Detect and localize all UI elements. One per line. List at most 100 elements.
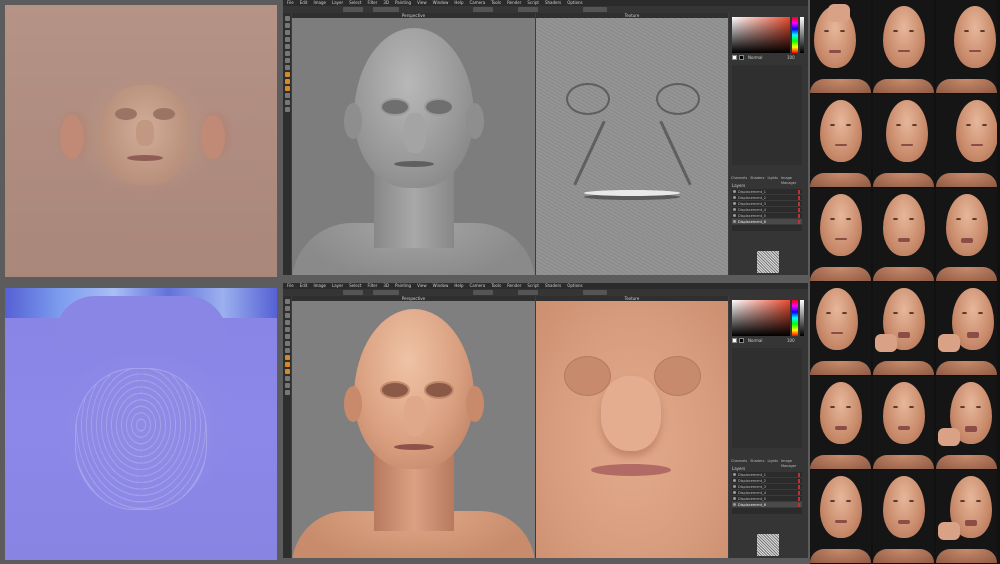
brush-size-field[interactable] [343, 290, 363, 295]
clay-left-eye [380, 98, 410, 116]
clone-stamp-icon[interactable] [284, 334, 290, 339]
visibility-icon[interactable] [733, 473, 736, 476]
visibility-icon[interactable] [733, 214, 736, 217]
spacing-field[interactable] [583, 7, 607, 12]
tab-channels[interactable]: Channels [731, 176, 747, 181]
eyedropper-icon[interactable] [284, 93, 290, 98]
opacity-field[interactable] [473, 7, 493, 12]
projection-icon[interactable] [284, 86, 290, 91]
layer-item-selected[interactable]: Displacement_6 [732, 219, 802, 225]
visibility-icon[interactable] [733, 503, 736, 506]
layer-name: Displacement_4 [738, 491, 767, 495]
flow-field[interactable] [518, 7, 538, 12]
zoom-icon[interactable] [284, 383, 290, 388]
photo-mouth [969, 50, 981, 52]
texture-mouth [127, 155, 163, 161]
skin-left-ear [344, 386, 362, 422]
paint-brush-icon[interactable] [284, 320, 290, 325]
tab-image-manager[interactable]: Image Manager [781, 459, 806, 468]
clone-stamp-icon[interactable] [284, 51, 290, 56]
photo-right-eye [846, 500, 851, 502]
alpha-slider[interactable] [800, 17, 804, 53]
viewport-2d-displacement[interactable] [536, 18, 728, 275]
gradient-icon[interactable] [284, 79, 290, 84]
tab-image-manager[interactable]: Image Manager [781, 176, 806, 185]
tab-shaders[interactable]: Shaders [750, 459, 764, 464]
pan-icon[interactable] [284, 107, 290, 112]
tab-shaders[interactable]: Shaders [750, 176, 764, 181]
viewport-3d-textured[interactable] [292, 301, 535, 558]
layer-color-tag [798, 479, 800, 483]
photo-hand [875, 334, 897, 352]
blur-icon[interactable] [284, 348, 290, 353]
brush-list [732, 65, 802, 165]
background-swatch[interactable] [739, 338, 744, 343]
side-panel: Normal 100 Channels Shaders Lights Image… [729, 296, 808, 558]
brush-size-field[interactable] [343, 7, 363, 12]
color-picker[interactable] [732, 17, 790, 53]
foreground-swatch[interactable] [732, 55, 737, 60]
visibility-icon[interactable] [733, 220, 736, 223]
tool-column [283, 296, 291, 558]
visibility-icon[interactable] [733, 202, 736, 205]
layer-name: Displacement_2 [738, 479, 767, 483]
photo-left-eye [896, 124, 901, 126]
tab-channels[interactable]: Channels [731, 459, 747, 464]
opacity-field[interactable] [473, 290, 493, 295]
eraser-icon[interactable] [284, 327, 290, 332]
move-tool-icon[interactable] [284, 306, 290, 311]
visibility-icon[interactable] [733, 196, 736, 199]
zoom-icon[interactable] [284, 100, 290, 105]
mode-dropdown[interactable] [373, 290, 399, 295]
reference-photo [810, 376, 871, 469]
photo-right-eye [982, 124, 987, 126]
tool-options-bar [283, 289, 808, 296]
visibility-icon[interactable] [733, 190, 736, 193]
smudge-icon[interactable] [284, 341, 290, 346]
background-swatch[interactable] [739, 55, 744, 60]
eraser-icon[interactable] [284, 44, 290, 49]
photo-shoulders [810, 361, 871, 375]
visibility-icon[interactable] [733, 491, 736, 494]
photo-shoulders [873, 361, 934, 375]
transform-tool-icon[interactable] [284, 30, 290, 35]
visibility-icon[interactable] [733, 479, 736, 482]
alpha-slider[interactable] [800, 300, 804, 336]
layer-color-tag [798, 491, 800, 495]
photo-right-eye [909, 218, 914, 220]
diffuse-left-eye [564, 356, 611, 396]
foreground-swatch[interactable] [732, 338, 737, 343]
smudge-icon[interactable] [284, 58, 290, 63]
viewport-3d[interactable] [292, 18, 535, 275]
photo-left-eye [830, 218, 835, 220]
mode-dropdown[interactable] [373, 7, 399, 12]
viewport-2d-diffuse[interactable] [536, 301, 728, 558]
select-tool-icon[interactable] [284, 16, 290, 21]
hue-slider[interactable] [792, 300, 798, 336]
hue-slider[interactable] [792, 17, 798, 53]
app-window-top: File Edit Image Layer Select Filter 3D P… [283, 0, 808, 275]
visibility-icon[interactable] [733, 485, 736, 488]
move-tool-icon[interactable] [284, 23, 290, 28]
color-picker[interactable] [732, 300, 790, 336]
flow-field[interactable] [518, 290, 538, 295]
pan-icon[interactable] [284, 390, 290, 395]
reference-photo [936, 282, 997, 375]
projection-icon[interactable] [284, 369, 290, 374]
tab-lights[interactable]: Lights [767, 176, 778, 181]
layer-item-selected[interactable]: Displacement_6 [732, 502, 802, 508]
gradient-icon[interactable] [284, 362, 290, 367]
fill-icon[interactable] [284, 72, 290, 77]
paint-brush-icon[interactable] [284, 37, 290, 42]
photo-mouth [898, 426, 910, 430]
eyedropper-icon[interactable] [284, 376, 290, 381]
photo-left-eye [824, 30, 829, 32]
transform-tool-icon[interactable] [284, 313, 290, 318]
fill-icon[interactable] [284, 355, 290, 360]
visibility-icon[interactable] [733, 208, 736, 211]
select-tool-icon[interactable] [284, 299, 290, 304]
tab-lights[interactable]: Lights [767, 459, 778, 464]
visibility-icon[interactable] [733, 497, 736, 500]
spacing-field[interactable] [583, 290, 607, 295]
blur-icon[interactable] [284, 65, 290, 70]
